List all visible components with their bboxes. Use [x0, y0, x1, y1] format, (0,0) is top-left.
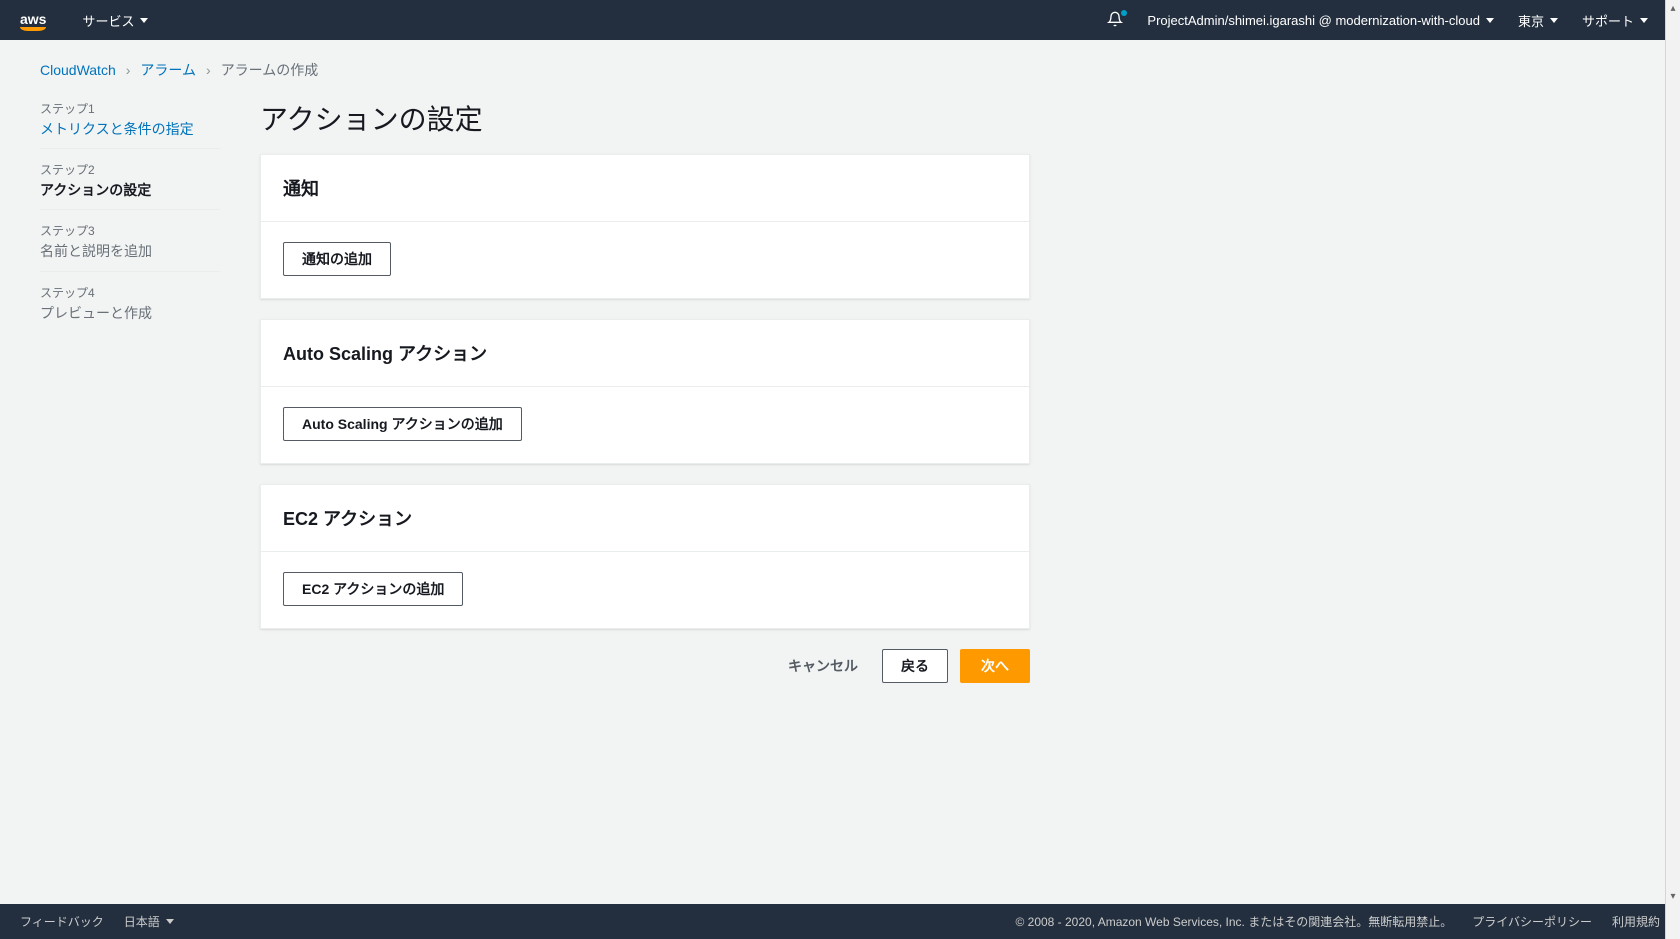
chevron-down-icon — [140, 18, 148, 23]
account-label: ProjectAdmin/shimei.igarashi @ moderniza… — [1147, 13, 1480, 28]
divider — [261, 221, 1029, 222]
scroll-up-icon[interactable]: ▴ — [1666, 0, 1680, 16]
wizard-step-1[interactable]: ステップ1 メトリクスと条件の指定 — [40, 100, 220, 148]
divider — [261, 551, 1029, 552]
support-label: サポート — [1582, 11, 1634, 30]
wizard-steps: ステップ1 メトリクスと条件の指定 ステップ2 アクションの設定 ステップ3 名… — [40, 92, 220, 683]
vertical-scrollbar[interactable]: ▴ ▾ — [1665, 0, 1680, 939]
step-label: ステップ2 — [40, 161, 220, 178]
panel-autoscaling: Auto Scaling アクション Auto Scaling アクションの追加 — [260, 319, 1030, 464]
language-label: 日本語 — [124, 913, 160, 930]
breadcrumb-current: アラームの作成 — [221, 60, 319, 80]
region-menu[interactable]: 東京 — [1506, 11, 1570, 30]
panel-title: 通知 — [283, 175, 1007, 201]
wizard-actions: キャンセル 戻る 次へ — [260, 649, 1030, 683]
step-title: アクションの設定 — [40, 181, 220, 199]
chevron-down-icon — [166, 919, 174, 924]
panel-ec2: EC2 アクション EC2 アクションの追加 — [260, 484, 1030, 629]
privacy-link[interactable]: プライバシーポリシー — [1472, 913, 1592, 930]
page-title: アクションの設定 — [260, 98, 1030, 138]
account-menu[interactable]: ProjectAdmin/shimei.igarashi @ moderniza… — [1135, 13, 1506, 28]
language-selector[interactable]: 日本語 — [124, 913, 174, 930]
aws-logo[interactable]: aws — [20, 11, 46, 29]
chevron-down-icon — [1486, 18, 1494, 23]
step-label: ステップ3 — [40, 222, 220, 239]
notifications-button[interactable] — [1095, 11, 1135, 30]
breadcrumb: CloudWatch › アラーム › アラームの作成 — [0, 40, 1680, 80]
add-ec2-action-button[interactable]: EC2 アクションの追加 — [283, 572, 463, 606]
chevron-right-icon: › — [206, 62, 211, 78]
next-button[interactable]: 次へ — [960, 649, 1030, 683]
add-autoscaling-action-button[interactable]: Auto Scaling アクションの追加 — [283, 407, 522, 441]
top-navbar: aws サービス ProjectAdmin/shimei.igarashi @ … — [0, 0, 1680, 40]
divider — [261, 386, 1029, 387]
panel-notification: 通知 通知の追加 — [260, 154, 1030, 299]
terms-link[interactable]: 利用規約 — [1612, 913, 1660, 930]
chevron-right-icon: › — [126, 62, 131, 78]
footer: フィードバック 日本語 © 2008 - 2020, Amazon Web Se… — [0, 904, 1680, 939]
region-label: 東京 — [1518, 11, 1544, 30]
panel-title: EC2 アクション — [283, 505, 1007, 531]
support-menu[interactable]: サポート — [1570, 11, 1660, 30]
breadcrumb-alarms[interactable]: アラーム — [140, 60, 196, 80]
step-title: 名前と説明を追加 — [40, 242, 220, 260]
wizard-step-4: ステップ4 プレビューと作成 — [40, 271, 220, 332]
scroll-down-icon[interactable]: ▾ — [1666, 888, 1680, 904]
wizard-step-2: ステップ2 アクションの設定 — [40, 148, 220, 209]
notification-dot-icon — [1121, 10, 1127, 16]
chevron-down-icon — [1640, 18, 1648, 23]
cancel-button[interactable]: キャンセル — [776, 650, 870, 682]
services-menu[interactable]: サービス — [70, 11, 160, 30]
step-title: プレビューと作成 — [40, 304, 220, 322]
add-notification-button[interactable]: 通知の追加 — [283, 242, 391, 276]
services-label: サービス — [82, 11, 134, 30]
step-label: ステップ1 — [40, 100, 220, 117]
chevron-down-icon — [1550, 18, 1558, 23]
copyright-text: © 2008 - 2020, Amazon Web Services, Inc.… — [1015, 913, 1452, 930]
wizard-step-3: ステップ3 名前と説明を追加 — [40, 209, 220, 270]
panel-title: Auto Scaling アクション — [283, 340, 1007, 366]
step-label: ステップ4 — [40, 284, 220, 301]
back-button[interactable]: 戻る — [882, 649, 948, 683]
feedback-link[interactable]: フィードバック — [20, 913, 104, 930]
breadcrumb-cloudwatch[interactable]: CloudWatch — [40, 62, 116, 78]
step-title: メトリクスと条件の指定 — [40, 120, 220, 138]
